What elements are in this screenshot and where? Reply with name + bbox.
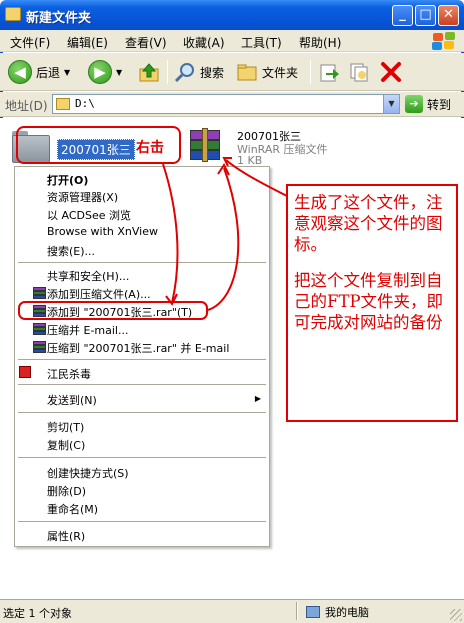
- window-title: 新建文件夹: [26, 11, 92, 26]
- back-arrow-icon: ◀: [8, 60, 32, 84]
- winrar-icon: [33, 341, 46, 353]
- go-button[interactable]: ➔ 转到: [405, 95, 451, 113]
- annotation-line-2: 把这个文件复制到自己的FTP文件夹，即可完成对网站的备份: [294, 271, 444, 332]
- menu-separator: [18, 521, 266, 522]
- address-bar: 地址(D) D:\ ▼ ➔ 转到: [0, 92, 464, 117]
- status-location: 我的电脑: [306, 604, 369, 620]
- search-label: 搜索: [200, 65, 225, 80]
- menu-compress-to-rar-email[interactable]: 压缩到 "200701张三.rar" 并 E-mail: [47, 340, 229, 356]
- menu-search[interactable]: 搜索(E)...: [47, 243, 95, 259]
- move-to-button[interactable]: [318, 59, 340, 85]
- go-label: 转到: [427, 97, 452, 112]
- annotation-line-1: 生成了这个文件，注意观察这个文件的图标。: [294, 193, 443, 254]
- submenu-arrow-icon: ▶: [254, 394, 261, 403]
- menu-compress-email[interactable]: 压缩并 E-mail...: [47, 322, 128, 338]
- status-divider: [296, 602, 298, 620]
- minimize-button[interactable]: _: [392, 5, 413, 26]
- menu-separator: [18, 412, 266, 413]
- status-selection: 选定 1 个对象: [3, 607, 72, 620]
- menu-antivirus[interactable]: 江民杀毒: [47, 366, 91, 382]
- windows-logo-icon: [432, 32, 458, 50]
- menu-separator: [18, 457, 266, 458]
- menu-file[interactable]: 文件(F): [10, 34, 50, 51]
- menu-create-shortcut[interactable]: 创建快捷方式(S): [47, 465, 129, 481]
- context-menu: 打开(O) 资源管理器(X) 以 ACDSee 浏览 Browse with X…: [14, 166, 270, 547]
- menu-favorites[interactable]: 收藏(A): [183, 34, 225, 51]
- delete-x-icon: [381, 62, 401, 82]
- menu-copy[interactable]: 复制(C): [47, 437, 85, 453]
- forward-arrow-icon: ▶: [88, 60, 112, 84]
- folder-icon: [5, 7, 21, 21]
- search-icon: [174, 63, 194, 83]
- go-arrow-icon: ➔: [405, 95, 423, 113]
- menu-view[interactable]: 查看(V): [125, 34, 167, 51]
- maximize-button[interactable]: □: [415, 5, 436, 26]
- close-button[interactable]: ✕: [438, 5, 459, 26]
- chevron-down-icon[interactable]: ▼: [383, 95, 399, 113]
- resize-grip[interactable]: [450, 609, 462, 621]
- toolbar-separator: [310, 60, 311, 84]
- menu-send-to[interactable]: 发送到(N): [47, 392, 97, 408]
- menu-separator: [18, 262, 266, 263]
- address-input[interactable]: D:\ ▼: [52, 94, 400, 114]
- status-bar: 选定 1 个对象 我的电脑: [0, 599, 464, 623]
- move-to-icon: [320, 64, 339, 82]
- menu-explorer[interactable]: 资源管理器(X): [47, 189, 118, 205]
- folders-icon: [237, 64, 257, 81]
- up-folder-button[interactable]: [138, 59, 160, 85]
- menu-cut[interactable]: 剪切(T): [47, 419, 84, 435]
- menu-separator: [18, 384, 266, 385]
- winrar-archive-icon[interactable]: [188, 128, 222, 162]
- folders-label: 文件夹: [262, 65, 299, 80]
- toolbar-separator: [167, 60, 168, 84]
- menu-rename[interactable]: 重命名(M): [47, 501, 98, 517]
- add-to-rar-highlight: [18, 301, 208, 320]
- menu-separator: [18, 359, 266, 360]
- folders-button[interactable]: 文件夹: [236, 59, 298, 85]
- winrar-icon: [33, 323, 46, 335]
- address-path: D:\: [75, 97, 95, 110]
- title-bar[interactable]: 新建文件夹 _ □ ✕: [0, 0, 464, 30]
- delete-button[interactable]: [380, 59, 402, 85]
- folder-icon: [56, 98, 70, 110]
- menu-open[interactable]: 打开(O): [47, 172, 88, 188]
- menu-tools[interactable]: 工具(T): [241, 34, 282, 51]
- address-label: 地址(D): [5, 99, 48, 113]
- menu-sharing[interactable]: 共享和安全(H)...: [47, 268, 129, 284]
- menu-bar: 文件(F) 编辑(E) 查看(V) 收藏(A) 工具(T) 帮助(H): [0, 30, 464, 52]
- menu-add-to-archive[interactable]: 添加到压缩文件(A)...: [47, 286, 151, 302]
- dropdown-arrow-icon[interactable]: ▼: [116, 68, 122, 77]
- toolbar: ◀ 后退 ▼ ▶ ▼ 搜索 文件夹: [0, 53, 464, 91]
- dropdown-arrow-icon[interactable]: ▼: [64, 68, 70, 77]
- menu-delete[interactable]: 删除(D): [47, 483, 86, 499]
- up-folder-icon: [139, 63, 159, 82]
- back-label: 后退: [36, 65, 61, 80]
- status-location-label: 我的电脑: [325, 606, 369, 619]
- antivirus-icon: [19, 366, 31, 378]
- winrar-icon: [33, 287, 46, 299]
- annotation-callout: 生成了这个文件，注意观察这个文件的图标。 把这个文件复制到自己的FTP文件夹，即…: [286, 184, 458, 422]
- right-click-label: 右击: [136, 140, 164, 156]
- menu-xnview[interactable]: Browse with XnView: [47, 225, 158, 238]
- back-button[interactable]: ◀ 后退 ▼: [8, 59, 70, 85]
- search-button[interactable]: 搜索: [174, 59, 224, 85]
- forward-button[interactable]: ▶ ▼: [88, 59, 122, 85]
- menu-edit[interactable]: 编辑(E): [67, 34, 108, 51]
- my-computer-icon: [306, 606, 320, 618]
- menu-help[interactable]: 帮助(H): [299, 34, 341, 51]
- menu-acdsee[interactable]: 以 ACDSee 浏览: [47, 207, 131, 223]
- copy-to-button[interactable]: [348, 59, 370, 85]
- copy-to-icon: [350, 63, 368, 82]
- menu-properties[interactable]: 属性(R): [47, 528, 85, 544]
